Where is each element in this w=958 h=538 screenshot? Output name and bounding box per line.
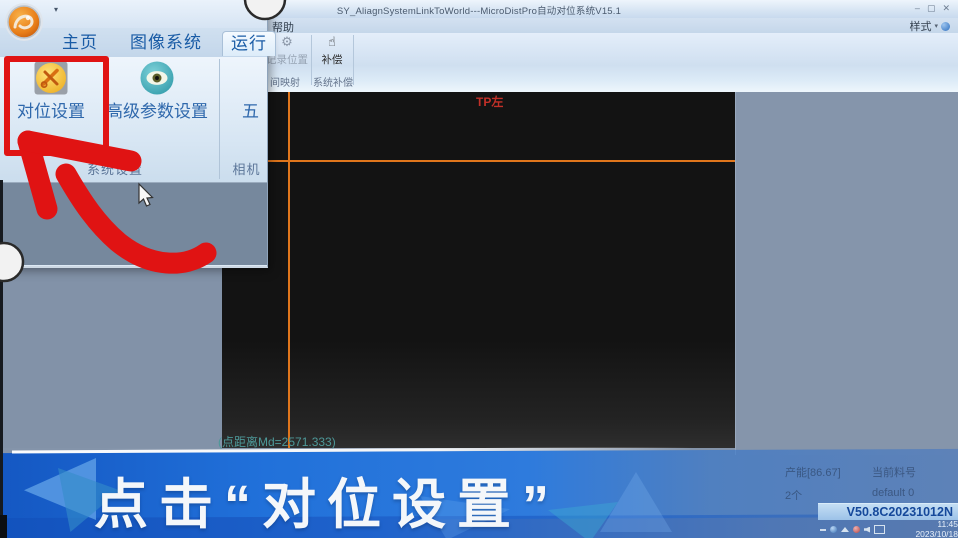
system-tray: 11:45 2023/10/18: [816, 521, 958, 538]
version-text: V50.8C20231012N: [818, 504, 958, 520]
crosshair-horizontal-line: [222, 160, 735, 162]
screen-edge-strip: [0, 180, 3, 538]
partial-group-label: 相机: [226, 161, 267, 179]
tray-icons: [820, 525, 885, 534]
caption-text: 点击“对位设置”: [94, 460, 560, 538]
tray-speaker-icon[interactable]: [864, 527, 870, 533]
status-part-label: 当前料号: [872, 464, 916, 480]
advanced-params-label: 高级参数设置: [99, 101, 215, 123]
screen-corner: [0, 515, 7, 538]
caption-banner: 点击“对位设置”: [0, 444, 958, 538]
status-count: 2个: [785, 487, 802, 503]
close-button[interactable]: ✕: [942, 2, 950, 14]
style-selector[interactable]: 样式 ▾: [909, 19, 950, 33]
compensation-button[interactable]: ☝ 补偿: [312, 33, 352, 73]
tab-home[interactable]: 主页: [52, 31, 108, 55]
tray-dash-icon[interactable]: [820, 529, 826, 531]
right-panel: [735, 92, 958, 455]
group-label-compensation: 系统补偿: [312, 74, 354, 86]
chevron-down-icon: ▾: [934, 22, 938, 30]
minimize-button[interactable]: –: [915, 2, 920, 14]
partial-button-label[interactable]: 五: [234, 101, 267, 123]
tray-date: 2023/10/18: [915, 530, 958, 538]
tray-network-icon[interactable]: [830, 526, 837, 533]
camera-view: [222, 92, 735, 448]
crosshair-vertical-line: [288, 92, 290, 448]
app-logo-icon[interactable]: [3, 1, 45, 43]
help-ball-icon: [941, 22, 950, 31]
tray-app-icon[interactable]: [853, 526, 860, 533]
quick-access-icon[interactable]: ▾: [54, 5, 58, 14]
style-label: 样式: [909, 18, 931, 34]
version-bar: V50.8C20231012N: [818, 503, 958, 520]
tray-clock[interactable]: 11:45 2023/10/18: [915, 520, 958, 538]
tab-image-system[interactable]: 图像系统: [116, 31, 216, 55]
tray-up-arrow-icon[interactable]: [841, 527, 849, 532]
highlight-red-box: [4, 56, 109, 156]
screen: SY_AliagnSystemLinkToWorld---MicroDistPr…: [0, 0, 958, 538]
status-yield: 产能[86.67]: [785, 464, 841, 480]
compensation-label: 补偿: [312, 52, 352, 67]
maximize-button[interactable]: ▢: [927, 2, 936, 14]
camera-label: TP左: [476, 93, 503, 110]
status-part-value: default 0: [872, 487, 914, 499]
eye-icon: [139, 60, 175, 96]
hand-icon: ☝: [312, 33, 352, 50]
popup-content-area: [0, 182, 267, 265]
tab-run[interactable]: 运行: [222, 31, 276, 56]
popup-group-separator: [219, 59, 220, 179]
tray-display-icon[interactable]: [874, 525, 885, 534]
popup-group-label: 系统设置: [60, 161, 170, 179]
window-controls: – ▢ ✕: [915, 2, 950, 14]
